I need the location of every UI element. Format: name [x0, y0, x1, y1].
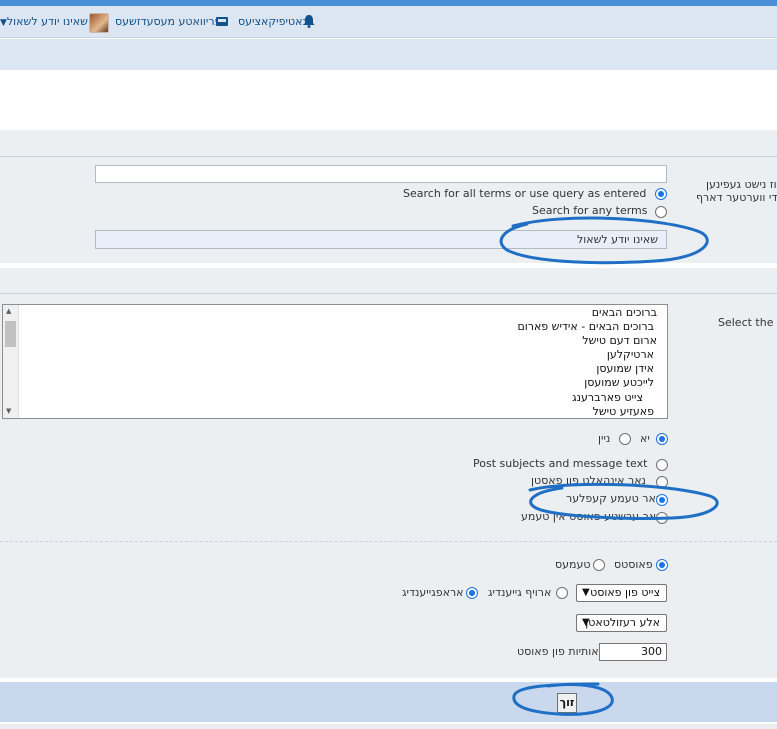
search-any-terms-radio[interactable] — [655, 206, 667, 218]
subforums-no-label: ניין — [598, 432, 611, 445]
divider — [0, 293, 777, 294]
time-limit-select[interactable]: אלע רעזולטאטן ▼ — [576, 614, 667, 632]
keywords-input[interactable] — [95, 165, 667, 183]
notifications-label: נאטיפיקאציעס — [238, 15, 307, 28]
search-in-subjects-text-label: Post subjects and message text — [473, 457, 648, 470]
dashed-divider — [0, 541, 777, 542]
chevron-down-icon: ▼ — [582, 617, 590, 628]
forums-label: Select the — [718, 316, 774, 329]
keywords-label-line2: ן די ווערטער דארף — [696, 191, 777, 204]
forum-option[interactable]: ארום דעם טישל — [582, 334, 657, 348]
subforums-yes-label: יא — [640, 432, 650, 445]
subforums-yes-radio[interactable] — [656, 433, 668, 445]
show-posts-radio[interactable] — [656, 559, 668, 571]
show-topics-label: טעמעס — [555, 558, 591, 571]
bottom-strip — [0, 724, 777, 729]
sort-ascending-label: ארויף גייענדיג — [488, 586, 552, 599]
notifications-link[interactable]: נאטיפיקאציעס — [238, 6, 307, 38]
divider — [0, 156, 777, 157]
scroll-up-icon[interactable]: ▲ — [6, 307, 11, 315]
sort-descending-radio[interactable] — [466, 587, 478, 599]
search-all-terms-label: Search for all terms or use query as ent… — [403, 187, 647, 200]
forums-listbox[interactable]: ▲ ▼ ברוכים הבאים ברוכים הבאים - אידיש פא… — [2, 304, 668, 419]
search-in-subjects-text-radio[interactable] — [656, 459, 668, 471]
forum-option[interactable]: אידן שמועסן — [596, 362, 654, 376]
show-topics-radio[interactable] — [593, 559, 605, 571]
search-in-titles-label: נאר טעמע קעפלער — [566, 492, 661, 505]
chevron-down-icon: ▼ — [582, 587, 590, 598]
forum-option[interactable]: ארטיקלען — [607, 348, 654, 362]
search-in-text-only-label: נאר אינהאלט פון פאסטן — [531, 474, 646, 487]
forum-option[interactable]: פאעזיע טישל — [593, 405, 654, 418]
search-submit-button[interactable]: זוך — [557, 693, 577, 713]
search-in-text-only-radio[interactable] — [656, 476, 668, 488]
forum-option[interactable]: ברוכים הבאים - אידיש פארום — [517, 320, 654, 334]
scroll-thumb[interactable] — [5, 321, 16, 347]
caret-down-icon: ▼ — [0, 18, 7, 28]
inbox-icon — [216, 17, 228, 26]
show-posts-label: פאוסטס — [614, 558, 653, 571]
forum-option[interactable]: לייכטע שמועסן — [584, 376, 654, 390]
navbar: ▼שאינו יודע לשאול פריוואטע מעסעדזשעס נאט… — [0, 6, 777, 38]
bell-icon[interactable] — [302, 14, 316, 28]
search-all-terms-radio[interactable] — [655, 188, 667, 200]
keywords-label-line1: וז נישט געפינען — [706, 178, 777, 191]
return-chars-label: אותיות פון פאוסט — [517, 645, 599, 658]
search-any-terms-label: Search for any terms — [532, 204, 648, 217]
private-messages-link[interactable]: פריוואטע מעסעדזשעס — [115, 6, 221, 38]
user-menu[interactable]: ▼שאינו יודע לשאול — [0, 6, 88, 38]
forum-option[interactable]: ברוכים הבאים — [592, 306, 657, 320]
sort-ascending-radio[interactable] — [556, 587, 568, 599]
search-in-first-post-label: נאר ערשטע פאוסט אין טעמע — [521, 510, 661, 523]
sort-by-value: צייט פון פאוסט — [590, 586, 660, 599]
secondary-bar — [0, 39, 777, 70]
private-messages-label: פריוואטע מעסעדזשעס — [115, 15, 222, 28]
listbox-scrollbar[interactable]: ▲ ▼ — [3, 305, 19, 418]
sort-by-select[interactable]: צייט פון פאוסט ▼ — [576, 584, 667, 602]
search-in-first-post-radio[interactable] — [656, 512, 668, 524]
subforums-no-radio[interactable] — [619, 433, 631, 445]
sort-descending-label: אראפגייענדיג — [402, 586, 464, 599]
time-limit-value: אלע רעזולטאטן — [585, 616, 660, 629]
scroll-down-icon[interactable]: ▼ — [6, 407, 11, 415]
avatar[interactable] — [89, 13, 109, 33]
submit-bar — [0, 682, 777, 722]
author-input[interactable]: שאינו יודע לשאול — [95, 230, 667, 249]
search-in-titles-radio[interactable] — [656, 494, 668, 506]
forum-option[interactable]: צייט פארברענג — [572, 391, 643, 405]
return-chars-input[interactable]: 300 — [599, 643, 667, 661]
user-menu-label: שאינו יודע לשאול — [6, 15, 88, 28]
